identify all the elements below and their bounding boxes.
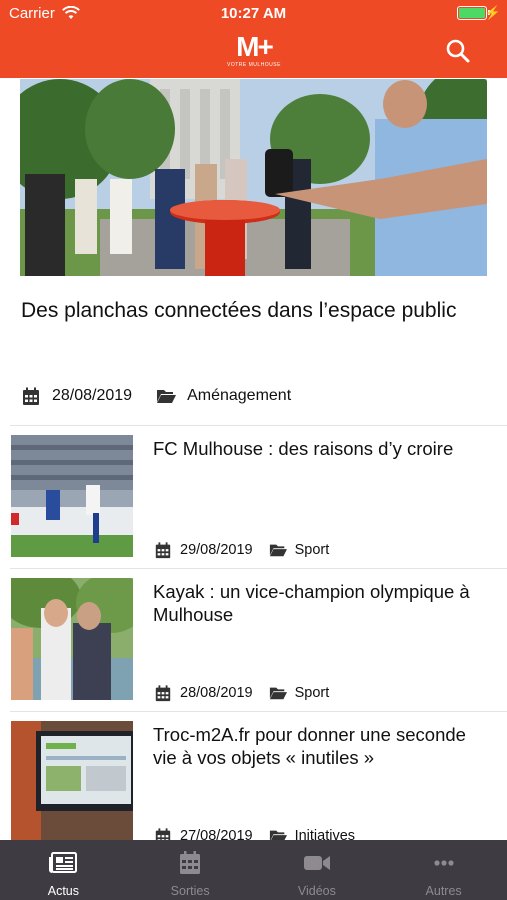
article-thumbnail [11,721,133,843]
search-icon[interactable] [445,38,471,64]
folder-icon [269,544,287,557]
article-row[interactable]: Troc-m2A.fr pour donner une seconde vie … [0,712,507,852]
calendar-icon [180,851,201,874]
article-row[interactable]: FC Mulhouse : des raisons d’y croire 29/… [0,426,507,566]
feature-category[interactable]: Aménagement [187,387,291,405]
article-row[interactable]: Kayak : un vice-champion olympique à Mul… [0,569,507,709]
tab-videos[interactable]: Vidéos [254,840,381,900]
more-dots-icon [434,860,454,866]
article-thumbnail [11,578,133,700]
tab-label: Autres [425,884,462,898]
feature-image[interactable] [20,79,487,276]
group-photo [11,578,133,700]
logo-mark: M+ [236,31,274,62]
app-logo[interactable]: M+ VOTRE MULHOUSE [226,33,282,71]
football-photo [11,435,133,557]
newspaper-icon [49,852,78,873]
article-meta: 29/08/2019 Sport [154,540,329,560]
article-title[interactable]: FC Mulhouse : des raisons d’y croire [153,437,493,460]
folder-icon [269,687,287,700]
article-category[interactable]: Sport [295,542,330,558]
computer-screen-photo [11,721,133,843]
feature-meta: 28/08/2019 Aménagement [21,384,291,408]
folder-icon [157,390,177,403]
article-title[interactable]: Troc-m2A.fr pour donner une seconde vie … [153,723,493,769]
feature-photo [20,79,487,276]
status-time: 10:27 AM [220,5,287,22]
article-thumbnail [11,435,133,557]
battery-level [459,8,485,18]
battery-icon [457,6,490,20]
charging-icon: ⚡ [484,5,501,20]
article-date: 28/08/2019 [180,685,253,701]
feature-date: 28/08/2019 [52,387,133,404]
status-bar: Carrier 10:27 AM ⚡ [0,0,507,28]
tab-label: Vidéos [297,884,336,898]
logo-subtitle: VOTRE MULHOUSE [227,62,281,68]
tab-actus[interactable]: Actus [0,840,127,900]
tab-bar: Actus Sorties Vidéos Autres [0,840,507,900]
article-meta: 28/08/2019 Sport [154,683,329,703]
article-category[interactable]: Sport [295,685,330,701]
article-date: 29/08/2019 [180,542,253,558]
calendar-icon [155,685,171,702]
feature-title[interactable]: Des planchas connectées dans l’espace pu… [21,297,461,324]
article-title[interactable]: Kayak : un vice-champion olympique à Mul… [153,580,493,626]
app-header: Carrier 10:27 AM ⚡ M+ VOTRE MULHOUSE [0,0,507,78]
calendar-icon [155,542,171,559]
tab-label: Actus [47,884,79,898]
tab-label: Sorties [170,884,210,898]
video-camera-icon [303,856,330,870]
tab-sorties[interactable]: Sorties [127,840,254,900]
calendar-icon [23,387,39,405]
tab-autres[interactable]: Autres [380,840,507,900]
